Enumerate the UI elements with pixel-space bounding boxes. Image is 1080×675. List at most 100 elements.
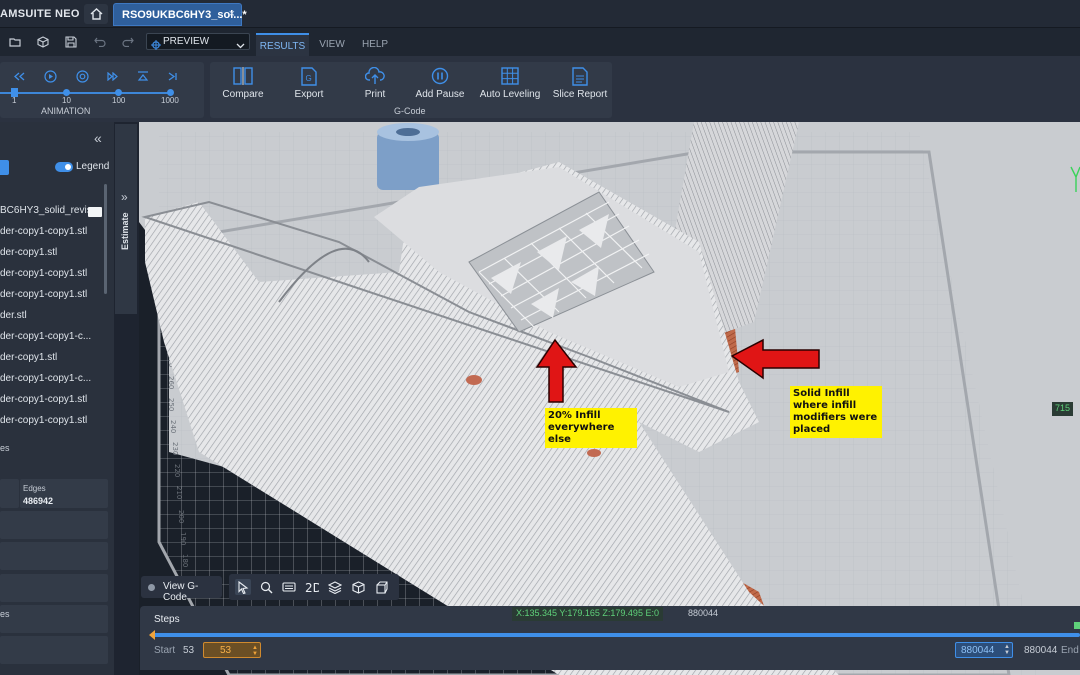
- skip-top-icon: [137, 70, 149, 81]
- steps-slider[interactable]: [153, 633, 1080, 637]
- keyboard-icon: [282, 582, 296, 592]
- view-tools: 2D: [229, 574, 399, 600]
- zoom-icon: [260, 581, 272, 593]
- home-icon: [90, 8, 102, 20]
- start-input-value: 53: [220, 645, 232, 656]
- undo-button[interactable]: [92, 34, 108, 50]
- mode-select[interactable]: PREVIEW: [146, 33, 250, 50]
- speed-stop-100[interactable]: [115, 89, 122, 96]
- list-item[interactable]: der-copy1-copy1-c...: [0, 373, 91, 393]
- rewind-icon: [14, 72, 25, 80]
- speed-tick: 1000: [161, 96, 179, 105]
- ruler-tick: 180: [181, 554, 189, 567]
- gcode-caption: G-Code: [394, 106, 426, 116]
- mode-select-value: PREVIEW: [163, 36, 210, 47]
- document-tab[interactable]: RSO9UKBC6HY3_sol...* ×: [113, 3, 247, 26]
- save-button[interactable]: [63, 34, 79, 50]
- list-item[interactable]: der-copy1-copy1-c...: [0, 331, 91, 351]
- home-button[interactable]: [84, 4, 108, 24]
- view-gcode-toggle[interactable]: View G-Code: [141, 576, 222, 603]
- end-value: 880044: [1024, 645, 1058, 656]
- list-item[interactable]: der-copy1-copy1.stl: [0, 268, 87, 288]
- report-icon: [570, 66, 590, 86]
- ruler-tick: 200: [177, 510, 185, 523]
- stat-box: [0, 511, 108, 539]
- skip-top-button[interactable]: [136, 69, 150, 83]
- fast-forward-icon: [107, 71, 118, 81]
- spinner-icon[interactable]: ▲ ▼: [252, 645, 258, 657]
- steps-end-handle[interactable]: [1074, 622, 1080, 629]
- preview-icon: [151, 37, 161, 55]
- select-tool[interactable]: [235, 579, 251, 595]
- view-gcode-label: View G-Code: [163, 581, 199, 603]
- play-icon: [43, 69, 57, 83]
- start-step-input[interactable]: 53 ▲ ▼: [203, 642, 261, 658]
- save-icon: [65, 36, 77, 48]
- slice-report-label: Slice Report: [552, 89, 608, 100]
- speed-stop-1000[interactable]: [167, 89, 174, 96]
- folder-icon: [9, 38, 21, 47]
- list-item[interactable]: der-copy1-copy1.stl: [0, 289, 87, 309]
- redo-button[interactable]: [120, 34, 136, 50]
- objects-tab-indicator[interactable]: [0, 160, 9, 175]
- compare-button[interactable]: Compare: [218, 64, 268, 104]
- speed-tick: 1: [12, 96, 17, 105]
- solid-view-tool[interactable]: [350, 579, 366, 595]
- pause-icon: [430, 66, 450, 86]
- add-model-button[interactable]: [35, 34, 51, 50]
- list-item[interactable]: der-copy1-copy1.stl: [0, 415, 87, 432]
- spinner-icon[interactable]: ▲ ▼: [1004, 644, 1010, 656]
- legend-label: Legend: [76, 161, 110, 172]
- object-list-scrollbar[interactable]: [104, 184, 107, 294]
- stop-button[interactable]: [75, 69, 89, 83]
- toggle-indicator: [148, 584, 155, 591]
- list-item[interactable]: der-copy1.stl: [0, 352, 57, 372]
- ruler-tick: 230: [171, 442, 179, 455]
- step-back-button[interactable]: [12, 69, 26, 83]
- list-item[interactable]: der.stl: [0, 310, 27, 330]
- list-item[interactable]: der-copy1-copy1.stl: [0, 394, 87, 414]
- layers-tool[interactable]: [327, 579, 343, 595]
- tab-results[interactable]: RESULTS: [256, 33, 309, 56]
- list-item[interactable]: BC6HY3_solid_revise: [0, 205, 97, 225]
- 2d-view-tool[interactable]: 2D: [304, 579, 320, 595]
- bollard: [377, 123, 439, 190]
- 2d-icon: 2D: [305, 581, 319, 593]
- undo-icon: [94, 37, 106, 47]
- print-button[interactable]: Print: [352, 64, 398, 104]
- play-button[interactable]: [43, 69, 57, 83]
- object-visibility-checkbox[interactable]: [88, 207, 102, 217]
- slice-report-button[interactable]: Slice Report: [550, 64, 610, 104]
- svg-text:2D: 2D: [305, 581, 319, 593]
- box-icon: [375, 580, 388, 594]
- list-item[interactable]: der-copy1.stl: [0, 247, 57, 267]
- close-tab-icon[interactable]: ×: [229, 8, 235, 20]
- ruler-tick: 190: [179, 532, 187, 545]
- speed-stop-10[interactable]: [63, 89, 70, 96]
- zoom-tool[interactable]: [258, 579, 274, 595]
- add-pause-button[interactable]: Add Pause: [412, 64, 468, 104]
- collapse-sidebar-icon[interactable]: «: [94, 130, 102, 146]
- layer-counter-secondary: 1: [1074, 402, 1080, 412]
- legend-toggle[interactable]: [55, 162, 73, 172]
- list-item[interactable]: der-copy1-copy1.stl: [0, 226, 87, 246]
- skip-end-button[interactable]: [166, 69, 180, 83]
- auto-leveling-button[interactable]: Auto Leveling: [478, 64, 542, 104]
- keyboard-tool[interactable]: [281, 579, 297, 595]
- tab-help[interactable]: HELP: [357, 33, 393, 56]
- stat-box: [0, 479, 19, 508]
- skip-end-icon: [168, 71, 177, 81]
- export-button[interactable]: G Export: [286, 64, 332, 104]
- tab-view[interactable]: VIEW: [313, 33, 351, 56]
- steps-start-handle[interactable]: [149, 630, 155, 640]
- expand-estimate-icon[interactable]: »: [121, 190, 128, 204]
- edges-label: Edges: [23, 484, 46, 493]
- cube-icon: [351, 580, 365, 594]
- object-view-tool[interactable]: [373, 579, 389, 595]
- coordinate-step: 880044: [688, 608, 719, 618]
- open-folder-button[interactable]: [7, 34, 23, 50]
- title-bar: AMSUITE NEO RSO9UKBC6HY3_sol...* ×: [0, 0, 1080, 28]
- animation-speed-track[interactable]: [0, 92, 172, 94]
- step-forward-button[interactable]: [106, 69, 120, 83]
- stop-icon: [75, 69, 89, 83]
